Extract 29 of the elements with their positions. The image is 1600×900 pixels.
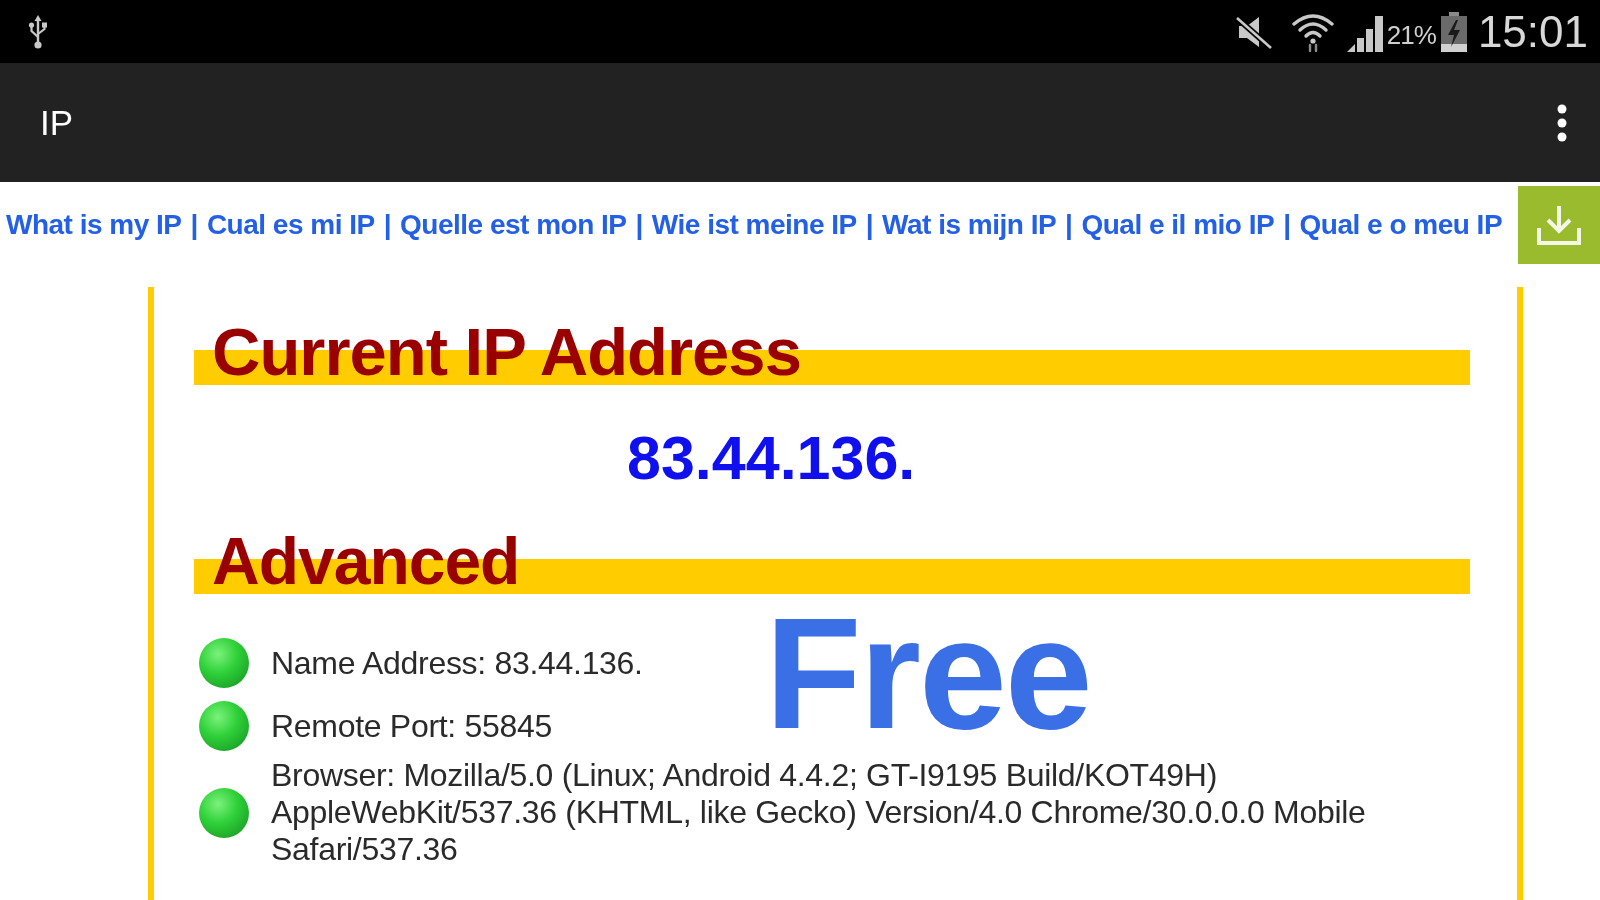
link-separator: | xyxy=(635,211,643,239)
detail-text: Remote Port: 55845 xyxy=(271,707,553,745)
ip-address: 83.44.136. xyxy=(627,428,916,489)
usb-icon xyxy=(28,14,48,49)
bullet-ball-icon xyxy=(199,787,249,838)
bullet-ball-icon xyxy=(199,638,249,688)
language-link[interactable]: What is my IP xyxy=(6,211,182,239)
promo-label: Free xyxy=(765,594,1091,752)
bullet-ball-icon xyxy=(199,701,249,751)
app-title: IP xyxy=(40,105,74,140)
language-link[interactable]: Qual e il mio IP xyxy=(1081,211,1275,239)
language-link[interactable]: Wat is mijn IP xyxy=(882,211,1057,239)
download-icon xyxy=(1536,204,1582,246)
link-separator: | xyxy=(1283,211,1291,239)
battery-percent: 21% xyxy=(1386,21,1436,48)
link-separator: | xyxy=(190,211,198,239)
language-link[interactable]: Qual e o meu IP xyxy=(1299,211,1503,239)
language-link[interactable]: Cual es mi IP xyxy=(206,211,375,239)
clock-time: 15:01 xyxy=(1477,9,1588,54)
overflow-menu-icon[interactable] xyxy=(1557,103,1567,142)
link-separator: | xyxy=(1065,211,1073,239)
detail-text: Browser: Mozilla/5.0 (Linux; Android 4.4.2; GT-I9195 Build/KOT49H) AppleWebKit/537.36 (KHTML, like Gecko) Version/4.0 Chrome/30.0.0.0 Mobile Safari/537.36 xyxy=(271,757,1367,868)
link-separator: | xyxy=(865,211,874,239)
battery-charging-icon xyxy=(1439,11,1468,52)
link-separator: | xyxy=(383,211,392,239)
language-link[interactable]: Wie ist meine IP xyxy=(651,211,857,239)
language-link[interactable]: Quelle est mon IP xyxy=(400,211,627,239)
wifi-icon xyxy=(1290,11,1335,52)
detail-text: Name Address: 83.44.136. xyxy=(271,644,644,682)
